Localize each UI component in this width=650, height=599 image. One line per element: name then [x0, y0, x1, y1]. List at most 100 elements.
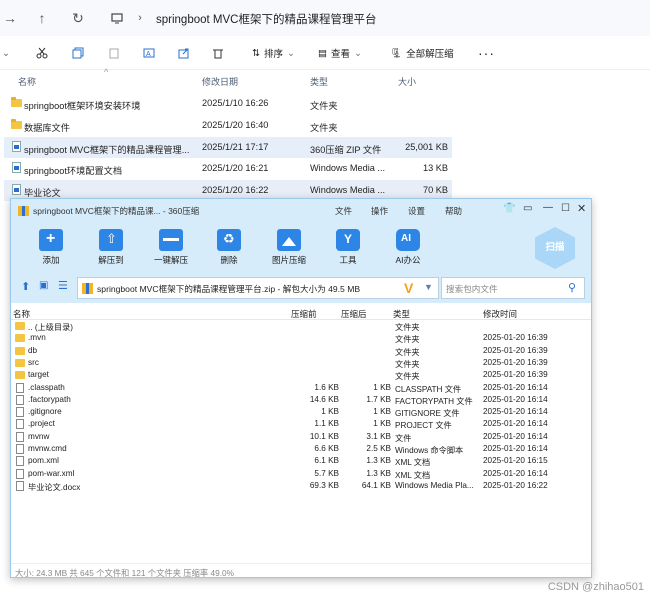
delete-button[interactable]: ♻ 删除: [209, 229, 249, 266]
copy-icon[interactable]: [72, 44, 84, 62]
one-click-extract-icon: [159, 229, 183, 251]
address-bar: → ↑ ↻ › springboot MVC框架下的精品课程管理平台 ›: [0, 0, 650, 36]
col-name[interactable]: 名称: [18, 75, 36, 88]
chevron-right-icon[interactable]: ›: [364, 8, 384, 28]
zip-row[interactable]: target 文件夹 2025-01-20 16:39: [11, 369, 591, 381]
zip-cell-after: 64.1 KB: [361, 480, 391, 490]
thumbnail-view-icon[interactable]: ▣: [39, 280, 48, 291]
zip-row[interactable]: .factorypath 14.6 KB 1.7 KB FACTORYPATH 文件 2…: [11, 394, 591, 406]
more-icon[interactable]: ···: [478, 44, 495, 62]
dropdown-icon[interactable]: ▼: [424, 282, 433, 292]
folder-icon: [11, 119, 22, 129]
v-logo-icon[interactable]: V: [404, 280, 413, 296]
zip-cell-date: 2025-01-20 16:14: [483, 382, 548, 392]
up-icon[interactable]: ↑: [32, 8, 52, 28]
zip-row[interactable]: pom.xml 6.1 KB 1.3 KB XML 文档 2025-01-20 16:1…: [11, 455, 591, 467]
command-bar: ⌄ A ⇅ 排序 ⌄ ▤ 查看 ⌄ 🗜 全部解压缩 ···: [0, 36, 650, 70]
window-title: springboot MVC框架下的精品课... - 360压缩: [33, 206, 200, 216]
col-type[interactable]: 类型: [310, 75, 328, 88]
zip-row[interactable]: mvnw.cmd 6.6 KB 2.5 KB Windows 命令脚本 2025-01-…: [11, 443, 591, 455]
zip-row[interactable]: .project 1.1 KB 1 KB PROJECT 文件 2025-01-20 1…: [11, 418, 591, 430]
file-row[interactable]: 数据库文件 2025/1/20 16:40 文件夹: [4, 115, 452, 136]
forward-icon[interactable]: →: [0, 8, 20, 28]
zip-row[interactable]: db 文件夹 2025-01-20 16:39: [11, 345, 591, 357]
zip-cell-before: 1 KB: [321, 407, 339, 417]
chevron-down-icon[interactable]: ⌄: [2, 44, 10, 62]
zip-cell-after: 1 KB: [373, 382, 391, 392]
menu-action[interactable]: 操作: [371, 205, 388, 217]
breadcrumb[interactable]: springboot MVC框架下的精品课程管理平台: [156, 11, 376, 27]
zip-row[interactable]: .mvn 文件夹 2025-01-20 16:39: [11, 332, 591, 344]
zip-cell-before: 1.6 KB: [314, 382, 339, 392]
minimize-icon[interactable]: —: [543, 202, 553, 213]
file-icon: [16, 407, 24, 418]
zip-cell-before: 6.6 KB: [314, 444, 339, 453]
refresh-icon[interactable]: ↻: [68, 8, 88, 28]
file-icon: [16, 382, 24, 393]
monitor-icon[interactable]: [107, 8, 127, 28]
file-row[interactable]: springboot环境配置文档 2025/1/20 16:21 Windows…: [4, 158, 452, 179]
folder-icon: [15, 371, 25, 380]
zip-cell-after: 2.5 KB: [366, 444, 391, 453]
zip-cell-date: 2025-01-20 16:39: [483, 345, 548, 355]
col-modified[interactable]: 修改日期: [202, 75, 238, 88]
shirt-icon[interactable]: 👕: [503, 203, 515, 214]
zip-cell-type: 文件夹: [395, 335, 420, 345]
zip-cell-date: 2025-01-20 16:14: [483, 407, 548, 417]
rename-icon[interactable]: A: [143, 44, 155, 62]
ai-icon: AI: [396, 229, 420, 251]
zip-row[interactable]: 毕业论文.docx 69.3 KB 64.1 KB Windows Media Pla…: [11, 480, 591, 492]
menu-file[interactable]: 文件: [335, 205, 352, 217]
view-button[interactable]: ▤ 查看 ⌄: [318, 44, 362, 62]
zip-row[interactable]: .. (上级目录) 文件夹: [11, 320, 591, 332]
zip-cell-type: 文件夹: [395, 323, 420, 332]
view-icon: ▤: [318, 47, 327, 59]
ai-office-button[interactable]: AI AI办公: [388, 229, 428, 266]
file-row[interactable]: springboot MVC框架下的精品课程管理... 2025/1/21 17…: [4, 137, 452, 158]
chevron-right-icon[interactable]: ›: [130, 8, 150, 28]
zip-row[interactable]: .classpath 1.6 KB 1 KB CLASSPATH 文件 2025-01-…: [11, 382, 591, 394]
one-click-extract-button[interactable]: 一键解压: [151, 229, 191, 266]
feedback-icon[interactable]: ▭: [523, 203, 532, 214]
menu-help[interactable]: 帮助: [445, 205, 462, 217]
zip-cell-name: target: [28, 370, 49, 380]
zip-row[interactable]: mvnw 10.1 KB 3.1 KB 文件 2025-01-20 16:14: [11, 431, 591, 443]
menu-settings[interactable]: 设置: [408, 205, 425, 217]
search-input[interactable]: 搜索包内文件 ⚲: [441, 277, 585, 299]
zip-cell-before: 1.1 KB: [314, 419, 339, 429]
sort-button[interactable]: ⇅ 排序 ⌄: [252, 44, 295, 62]
zip-cell-name: .. (上级目录): [28, 323, 74, 332]
delete-icon[interactable]: [212, 44, 224, 62]
add-button[interactable]: + 添加: [31, 229, 71, 266]
extract-to-button[interactable]: ⇧ 解压到: [91, 229, 131, 266]
archive-path[interactable]: springboot MVC框架下的精品课程管理平台.zip - 解包大小为 4…: [77, 277, 439, 299]
zip-row[interactable]: src 文件夹 2025-01-20 16:39: [11, 357, 591, 369]
zip-row[interactable]: pom-war.xml 5.7 KB 1.3 KB XML 文档 2025-01-20 …: [11, 468, 591, 480]
file-icon: [16, 456, 24, 467]
cut-icon[interactable]: [36, 44, 48, 62]
svg-text:A: A: [146, 51, 151, 58]
scan-button[interactable]: 扫描: [535, 227, 575, 269]
maximize-icon[interactable]: ☐: [561, 203, 570, 214]
zip-cell-name: pom.xml: [28, 456, 59, 466]
share-icon[interactable]: [178, 44, 190, 62]
tools-button[interactable]: Y 工具: [328, 229, 368, 266]
close-icon[interactable]: ✕: [577, 202, 586, 215]
paste-icon[interactable]: [108, 44, 120, 62]
zip-cell-name: mvnw.cmd: [28, 444, 67, 453]
zip-cell-type: XML 文档: [395, 458, 431, 468]
folder-icon: [15, 346, 25, 355]
up-icon[interactable]: ⬆: [21, 280, 30, 293]
zip-row[interactable]: .gitignore 1 KB 1 KB GITIGNORE 文件 2025-01-20…: [11, 406, 591, 418]
zip-cell-type: 文件夹: [395, 347, 420, 357]
zip-cell-date: 2025-01-20 16:14: [483, 444, 548, 453]
image-compress-button[interactable]: 图片压缩: [269, 229, 309, 266]
zip-cell-type: Windows 命令脚本: [395, 446, 464, 455]
extract-all-button[interactable]: 🗜 全部解压缩: [390, 44, 454, 62]
list-view-icon[interactable]: ☰: [58, 279, 68, 292]
file-row[interactable]: springboot框架环境安装环境 2025/1/10 16:26 文件夹: [4, 93, 452, 114]
col-size[interactable]: 大小: [398, 75, 416, 88]
zip-cell-before: 10.1 KB: [309, 431, 339, 441]
zip-cell-name: 毕业论文.docx: [28, 482, 81, 492]
search-icon[interactable]: ⚲: [568, 281, 576, 294]
